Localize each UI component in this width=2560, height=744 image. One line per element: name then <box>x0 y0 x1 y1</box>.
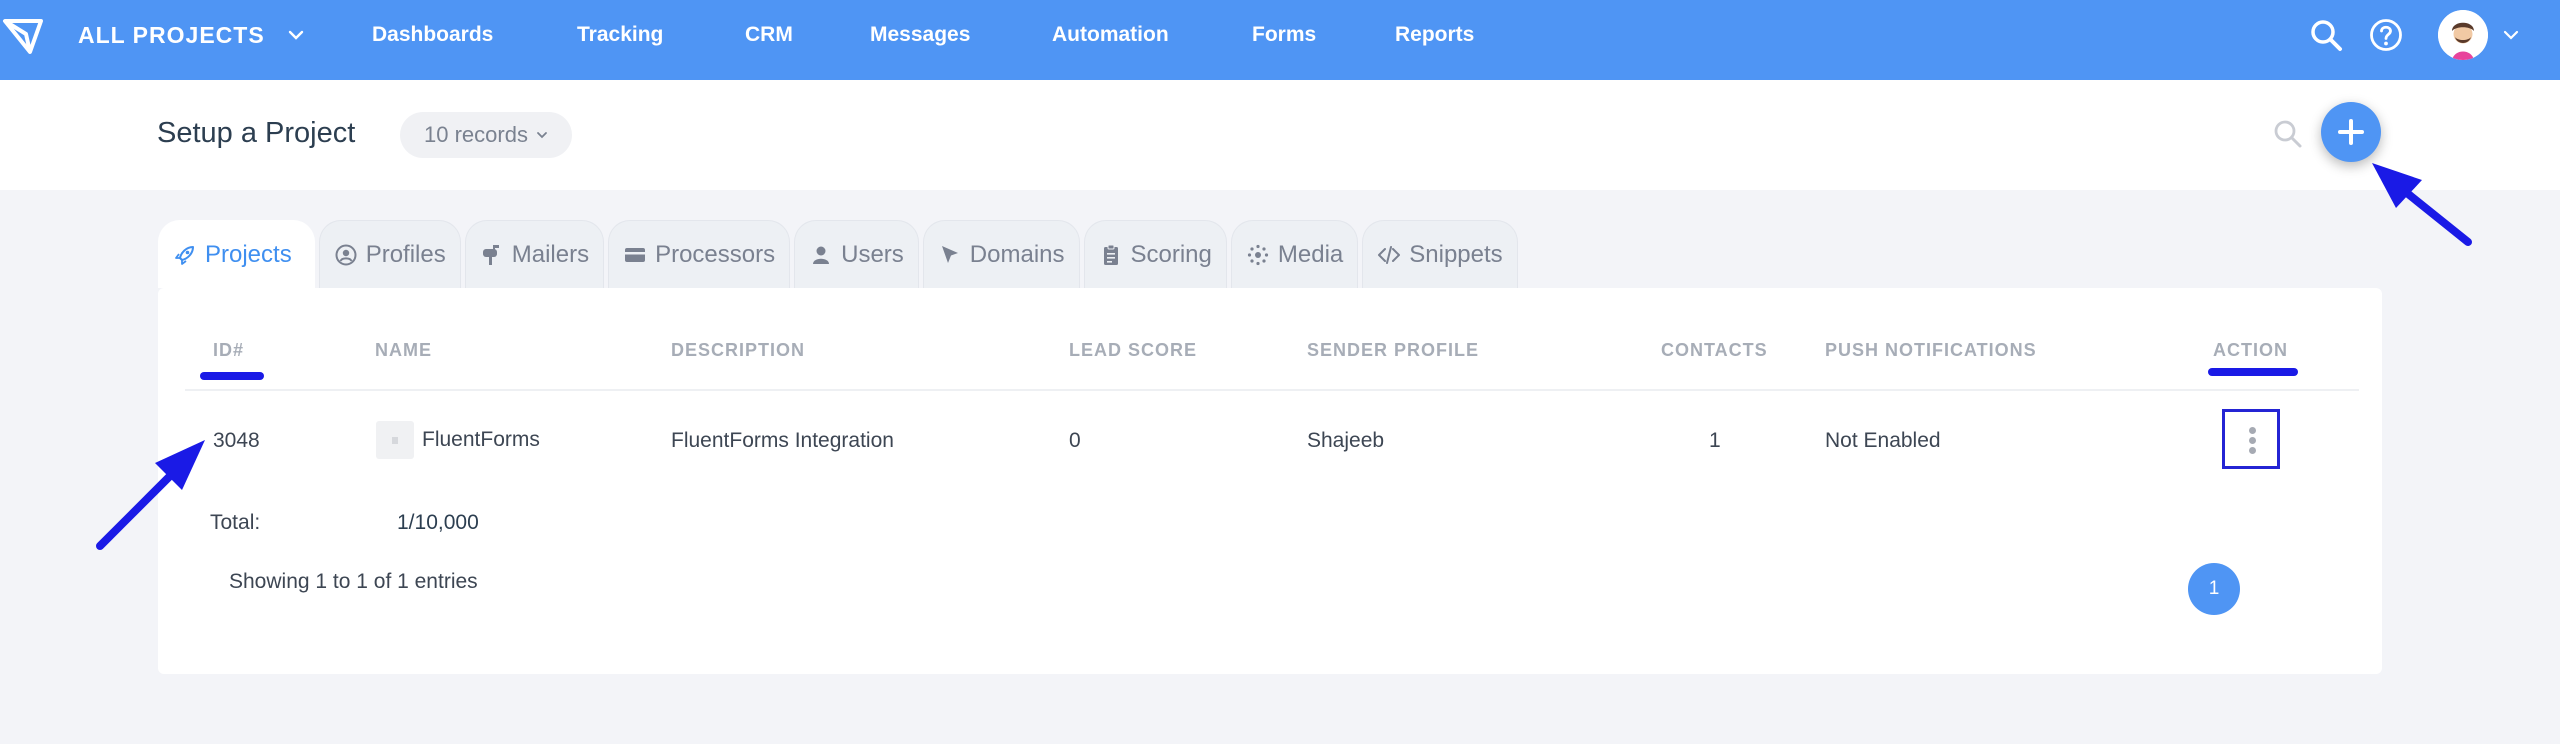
annotation-arrow-to-add-button <box>2372 163 2472 246</box>
annotation-arrow-to-id <box>96 440 205 550</box>
annotation-arrows <box>96 163 2472 550</box>
